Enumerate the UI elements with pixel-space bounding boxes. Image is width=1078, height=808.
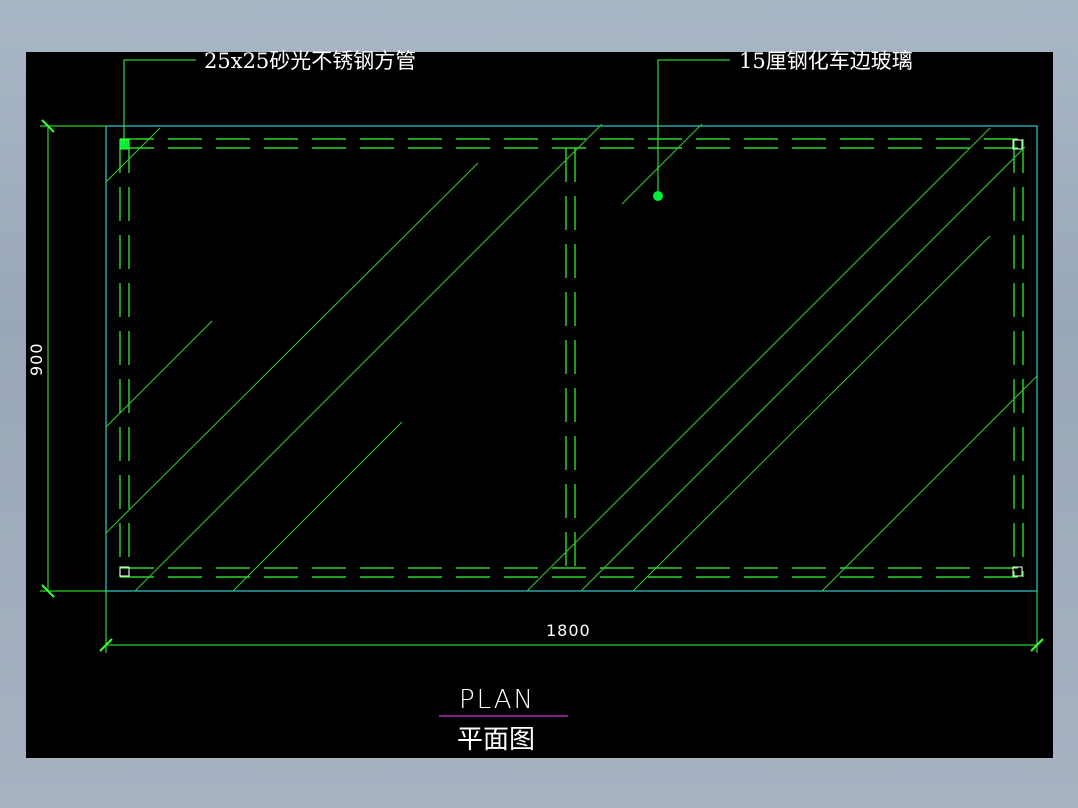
glass-note-label: 15厘钢化车边玻璃 (739, 49, 913, 73)
plan-drawing: 25x25砂光不锈钢方管 15厘钢化车边玻璃 900 1800 PLAN 平面图 (27, 49, 1044, 755)
title-chinese: 平面图 (457, 725, 535, 755)
height-dimension: 900 (27, 342, 46, 376)
cad-drawing-canvas: 25x25砂光不锈钢方管 15厘钢化车边玻璃 900 1800 PLAN 平面图 (26, 49, 1053, 758)
frame-outline (105, 125, 1038, 592)
leaders (123, 59, 730, 196)
corner-tube-markers (119, 139, 1023, 577)
tube-note-label: 25x25砂光不锈钢方管 (204, 49, 416, 73)
glass-hatch (105, 123, 1038, 592)
leader-dot (653, 191, 663, 201)
title-plan: PLAN (459, 685, 535, 715)
tube-hidden-lines (119, 138, 1024, 578)
width-dimension: 1800 (546, 621, 591, 640)
dimension-lines (40, 119, 1044, 653)
